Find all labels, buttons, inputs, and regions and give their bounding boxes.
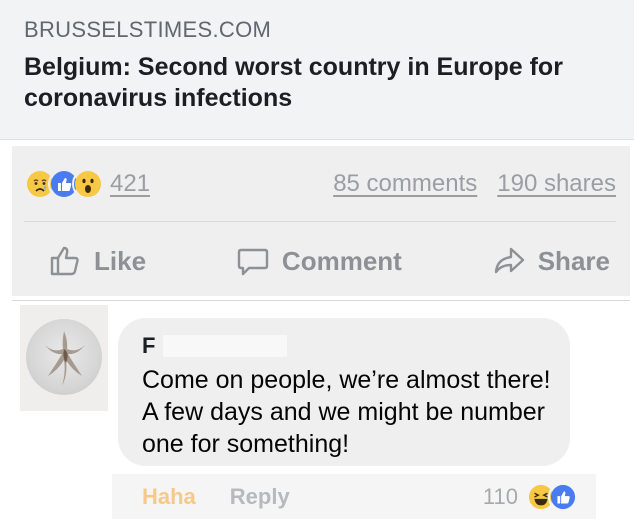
share-arrow-icon [494,247,524,274]
link-domain: BRUSSELSTIMES.COM [24,17,272,42]
comment-author[interactable]: F [142,332,546,360]
link-preview-card[interactable]: BRUSSELSTIMES.COM Belgium: Second worst … [0,0,634,140]
post-actions-area: 421 85 comments 190 shares Like Comment [12,146,630,296]
comment-bubble: F Come on people, we’re almost there! A … [118,318,570,466]
comment-action-bar: Haha Reply 110 [112,474,596,519]
facebook-post: BRUSSELSTIMES.COM Belgium: Second worst … [0,0,634,519]
author-initial: F [142,333,156,358]
like-button[interactable]: Like [48,244,146,278]
comment-text: Come on people, we’re almost there! A fe… [142,366,551,458]
comment-reaction-summary[interactable] [526,481,578,512]
post-engagement-links: 85 comments 190 shares [333,170,616,198]
reaction-count[interactable]: 421 [110,170,150,198]
share-button[interactable]: Share [492,244,610,278]
share-label: Share [537,245,610,276]
avatar-image [45,331,85,386]
reply-button[interactable]: Reply [230,484,290,510]
comment-reaction-count[interactable]: 110 [483,484,518,510]
comment-bubble-icon [237,248,269,276]
post-stats-row: 421 85 comments 190 shares [24,164,616,204]
avatar-frame [20,305,108,411]
avatar[interactable] [26,319,102,395]
comments-count-link[interactable]: 85 comments [333,170,477,198]
reaction-summary[interactable] [24,168,104,200]
wow-face-icon [72,168,104,200]
shares-count-link[interactable]: 190 shares [497,170,616,198]
comment-button[interactable]: Comment [236,244,402,278]
divider [24,221,616,222]
divider [12,300,630,301]
like-icon [548,481,578,512]
redacted-name [163,335,288,357]
comment-label: Comment [281,245,402,276]
haha-reaction-button[interactable]: Haha [142,484,196,510]
thumbs-up-icon [50,246,79,276]
like-label: Like [94,245,147,276]
link-title[interactable]: Belgium: Second worst country in Europe … [24,52,604,114]
post-action-bar: Like Comment Share [48,242,610,280]
